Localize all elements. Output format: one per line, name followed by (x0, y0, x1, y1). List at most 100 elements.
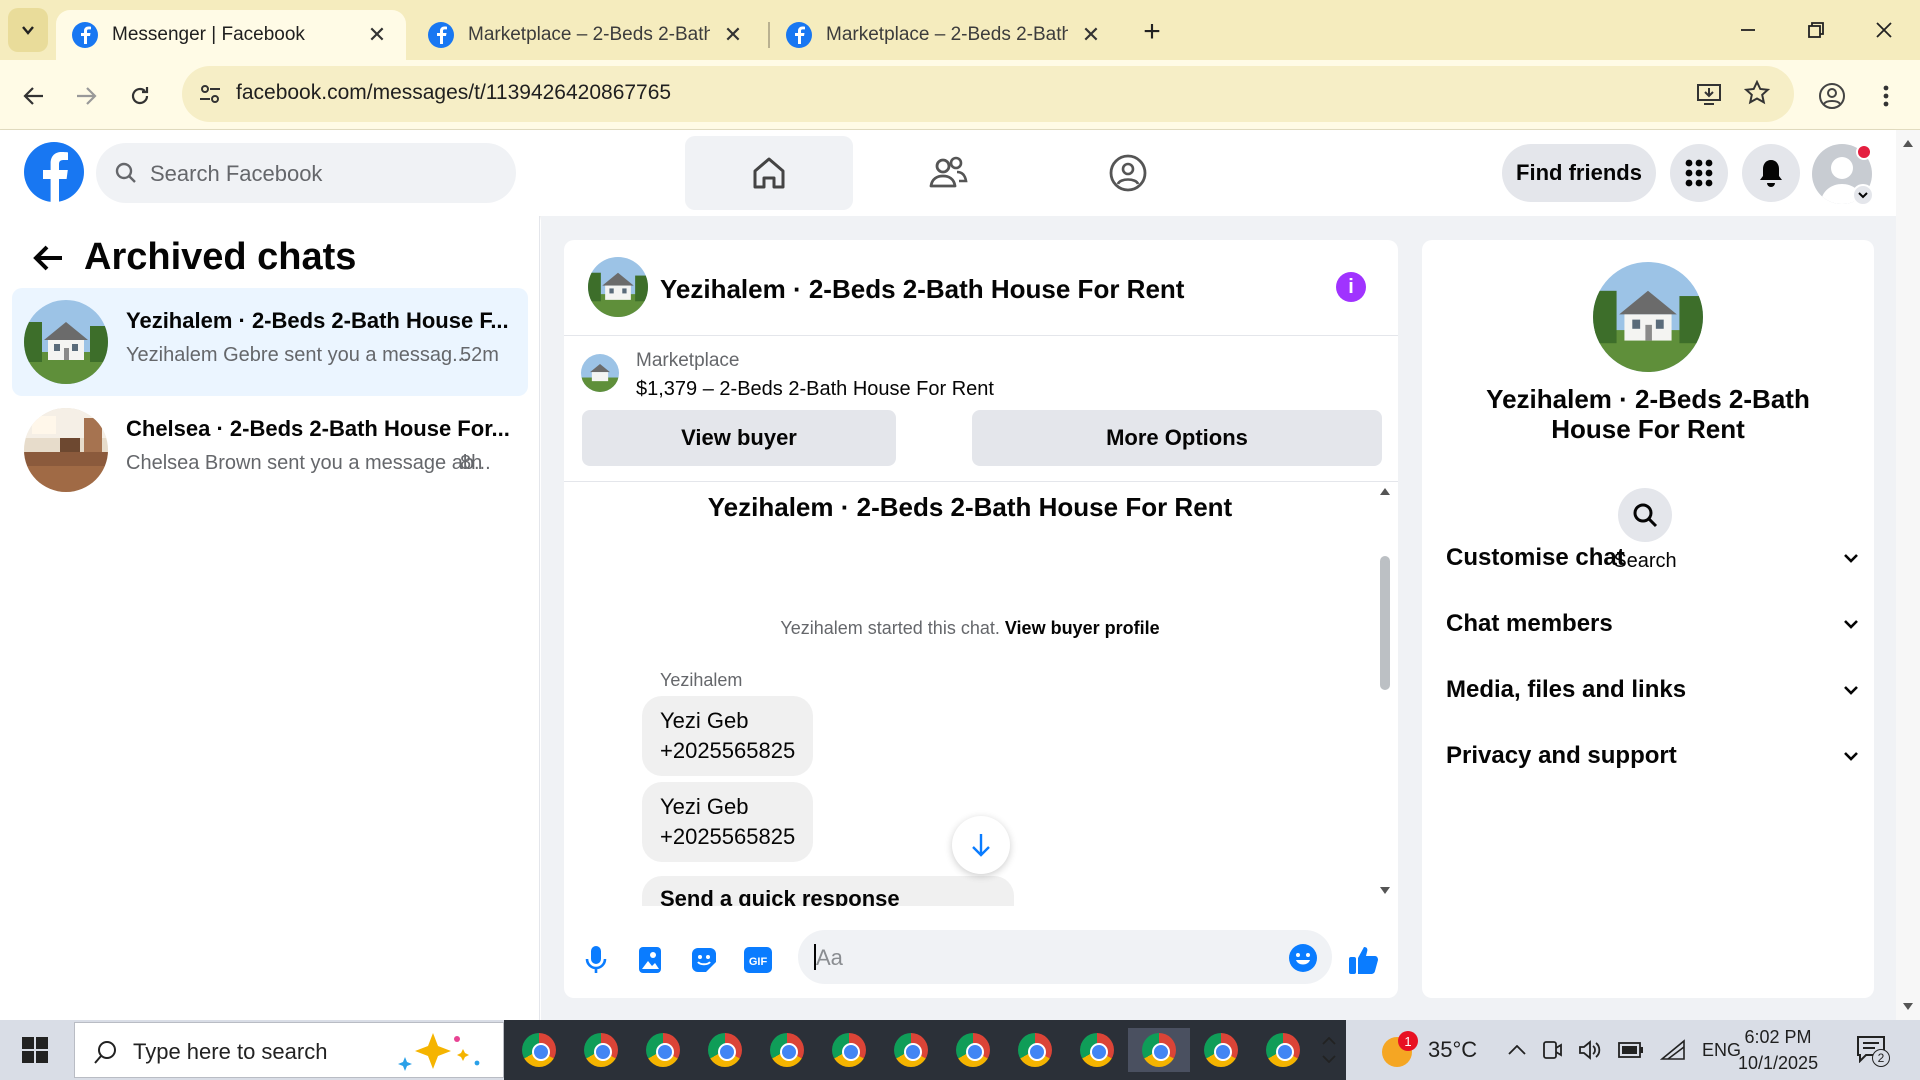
clock[interactable]: 6:02 PM 10/1/2025 (1738, 1020, 1818, 1080)
view-buyer-button[interactable]: View buyer (582, 410, 896, 466)
weather-widget[interactable]: 1 35°C (1380, 1020, 1477, 1080)
reload-button[interactable] (118, 74, 162, 118)
reload-icon (131, 87, 149, 105)
chat-list-item[interactable]: Yezihalem · 2-Beds 2-Bath House F... Yez… (12, 288, 528, 396)
thread-scrollbar[interactable] (1378, 482, 1392, 906)
chat-preview: Yezihalem Gebre sent you a messag... (126, 344, 469, 366)
customise-chat-section[interactable]: Customise chat (1446, 532, 1858, 584)
wifi-icon[interactable] (1660, 1039, 1686, 1061)
new-tab-button[interactable]: + (1130, 12, 1174, 52)
install-app-icon[interactable] (1696, 81, 1722, 107)
battery-icon[interactable] (1618, 1041, 1644, 1059)
close-tab-icon[interactable]: ✕ (1078, 22, 1104, 48)
restore-icon (1808, 22, 1824, 38)
conversation-avatar[interactable] (588, 257, 648, 317)
privacy-support-section[interactable]: Privacy and support (1446, 730, 1858, 782)
gif-button[interactable]: GIF (740, 942, 776, 978)
notification-dot (1856, 144, 1872, 160)
chrome-window-6[interactable] (818, 1028, 880, 1072)
nav-friends[interactable] (864, 136, 1032, 210)
friends-icon (929, 156, 968, 188)
chrome-window-11[interactable] (1128, 1028, 1190, 1072)
message-bubble[interactable]: Yezi Geb +2025565825 (642, 696, 814, 776)
start-button[interactable] (0, 1020, 70, 1080)
chrome-window-8[interactable] (942, 1028, 1004, 1072)
temperature-text: 35°C (1428, 1037, 1478, 1062)
media-files-links-section[interactable]: Media, files and links (1446, 664, 1858, 716)
facebook-search-box[interactable]: Search Facebook (96, 143, 516, 203)
scroll-down-arrow-icon[interactable] (1379, 886, 1391, 896)
contact-avatar[interactable] (1593, 262, 1703, 372)
chrome-window-10[interactable] (1066, 1028, 1128, 1072)
chat-time: 52m (460, 344, 499, 366)
back-button[interactable] (12, 74, 56, 118)
nav-groups[interactable] (1044, 136, 1212, 210)
notifications-button[interactable] (1742, 144, 1800, 202)
chrome-window-7[interactable] (880, 1028, 942, 1072)
conversation-title[interactable]: Yezihalem · 2-Beds 2-Bath House For Rent (660, 274, 1184, 305)
close-tab-icon[interactable]: ✕ (364, 22, 390, 48)
scroll-to-bottom-button[interactable] (952, 816, 1010, 874)
find-friends-button[interactable]: Find friends (1502, 144, 1656, 202)
address-bar[interactable]: facebook.com/messages/t/1139426420867765 (182, 66, 1794, 122)
close-window-button[interactable] (1854, 8, 1914, 52)
meet-now-icon[interactable] (1542, 1039, 1562, 1061)
close-tab-icon[interactable]: ✕ (720, 22, 746, 48)
taskbar-search-box[interactable]: Type here to search (74, 1022, 504, 1078)
site-info-icon[interactable] (198, 82, 222, 106)
chrome-window-5[interactable] (756, 1028, 818, 1072)
chevron-up-icon[interactable] (1508, 1045, 1526, 1055)
chrome-window-12[interactable] (1190, 1028, 1252, 1072)
bookmark-star-icon[interactable] (1744, 80, 1770, 106)
clock-time: 6:02 PM (1744, 1027, 1812, 1047)
facebook-logo[interactable] (24, 142, 84, 202)
chrome-window-13[interactable] (1252, 1028, 1314, 1072)
voice-clip-button[interactable] (578, 942, 614, 978)
house-thumbnail (24, 300, 108, 384)
back-arrow-button[interactable] (26, 236, 70, 280)
notification-center-button[interactable]: 2 (1856, 1020, 1890, 1080)
contact-name: Yezihalem · 2-Beds 2-Bath House For Rent (1486, 384, 1810, 444)
page-scrollbar[interactable] (1896, 130, 1920, 1020)
chrome-window-4[interactable] (694, 1028, 756, 1072)
message-bubble[interactable]: Yezi Geb +2025565825 (642, 782, 814, 862)
scroll-up-arrow-icon[interactable] (1902, 138, 1914, 148)
chrome-window-3[interactable] (632, 1028, 694, 1072)
tab-marketplace-1[interactable]: Marketplace – 2-Beds 2-Bath H ✕ (412, 10, 762, 60)
sticker-button[interactable] (686, 942, 722, 978)
minimize-icon (1741, 29, 1755, 31)
account-chevron-icon[interactable] (1852, 184, 1874, 206)
chrome-window-9[interactable] (1004, 1028, 1066, 1072)
profile-button[interactable] (1810, 74, 1854, 118)
info-icon[interactable]: i (1336, 272, 1366, 302)
listing-thumbnail[interactable] (581, 354, 619, 392)
chat-list-item[interactable]: Chelsea · 2-Beds 2-Bath House For... Che… (12, 396, 528, 504)
listing-title[interactable]: $1,379 – 2-Beds 2-Bath House For Rent (636, 378, 994, 401)
forward-button[interactable] (64, 74, 108, 118)
menu-button[interactable] (1670, 144, 1728, 202)
url-text[interactable]: facebook.com/messages/t/1139426420867765 (236, 81, 671, 105)
minimize-button[interactable] (1718, 8, 1778, 52)
message-input[interactable]: Aa (798, 930, 1332, 984)
chrome-window-1[interactable] (508, 1028, 570, 1072)
like-button[interactable] (1346, 942, 1382, 978)
tab-messenger[interactable]: Messenger | Facebook ✕ (56, 10, 406, 60)
nav-home[interactable] (685, 136, 853, 210)
chrome-window-2[interactable] (570, 1028, 632, 1072)
scroll-down-arrow-icon[interactable] (1902, 1002, 1914, 1012)
scroll-up-arrow-icon[interactable] (1379, 486, 1391, 496)
attach-photo-button[interactable] (632, 942, 668, 978)
volume-icon[interactable] (1578, 1039, 1602, 1061)
emoji-icon[interactable] (1288, 943, 1318, 973)
tab-marketplace-2[interactable]: Marketplace – 2-Beds 2-Bath H ✕ (770, 10, 1120, 60)
quick-response-card[interactable]: Send a quick response (642, 876, 1014, 906)
restore-button[interactable] (1786, 8, 1846, 52)
more-options-button[interactable]: More Options (972, 410, 1382, 466)
taskbar-overflow-arrows[interactable] (1322, 1020, 1336, 1080)
view-buyer-profile-link[interactable]: View buyer profile (1005, 618, 1160, 638)
tab-search-button[interactable] (8, 8, 48, 52)
browser-menu-button[interactable] (1864, 74, 1908, 118)
chat-members-section[interactable]: Chat members (1446, 598, 1858, 650)
scrollbar-thumb[interactable] (1380, 556, 1390, 690)
language-indicator[interactable]: ENG (1702, 1040, 1741, 1061)
